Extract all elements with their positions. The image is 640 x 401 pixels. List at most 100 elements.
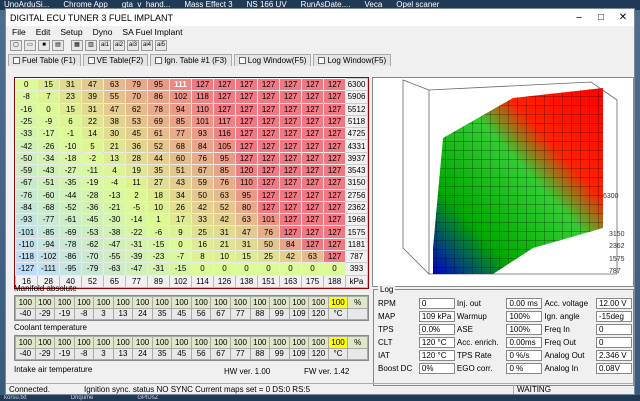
table-cell[interactable]: 127 [323,176,346,190]
table-cell[interactable]: -47 [103,238,126,251]
table-cell[interactable]: 95 [235,189,258,202]
strip-cell[interactable]: 100 [93,296,114,309]
table-cell[interactable]: -36 [81,201,104,215]
table-cell[interactable]: -13 [103,189,126,202]
table-cell[interactable]: 39 [81,90,104,104]
strip-cell[interactable]: 100 [327,296,349,309]
table-cell[interactable]: -52 [59,201,82,215]
tab-log-window-2[interactable]: Log Window(F5) [313,54,392,66]
table-cell[interactable]: 33 [191,213,214,227]
strip-cell[interactable]: 100 [54,336,75,349]
strip-cell[interactable]: 100 [249,336,271,349]
table-cell[interactable]: 127 [323,115,346,129]
table-cell[interactable]: 127 [301,103,324,116]
table-cell[interactable]: 127 [279,90,302,104]
table-cell[interactable]: 127 [279,78,302,92]
table-cell[interactable]: 0 [15,78,38,92]
strip-cell[interactable]: % [347,296,368,309]
table-cell[interactable]: 127 [323,213,346,227]
tab-log-window[interactable]: Log Window(F5) [233,54,312,66]
strip-cell[interactable]: 100 [230,336,251,349]
strip-cell[interactable]: 100 [54,296,75,309]
tool1-icon[interactable]: ▦ [71,39,83,51]
table-cell[interactable]: 15 [37,78,60,92]
table-cell[interactable]: 127 [323,189,346,202]
table-cell[interactable]: 0 [37,103,60,116]
table-cell[interactable]: 47 [103,103,126,116]
table-cell[interactable]: -33 [15,127,38,141]
table-cell[interactable]: 0 [323,262,346,276]
table-cell[interactable]: 50 [191,189,214,202]
ai3-icon[interactable]: ai3 [127,39,139,51]
table-cell[interactable]: 21 [103,139,126,153]
table-cell[interactable]: 61 [147,127,170,141]
table-cell[interactable]: 127 [323,225,346,239]
table-cell[interactable]: 21 [213,238,236,251]
table-cell[interactable]: 6 [59,115,82,129]
open-icon[interactable]: ▭ [24,39,36,51]
table-cell[interactable]: 0 [257,262,280,276]
strip-cell[interactable]: 100 [73,296,95,309]
table-cell[interactable]: 111 [169,78,192,92]
table-cell[interactable]: -4 [103,176,126,190]
table-cell[interactable]: 127 [279,115,302,129]
table-cell[interactable]: -102 [37,250,60,264]
table-cell[interactable]: -101 [15,225,38,239]
table-cell[interactable]: 76 [191,152,214,165]
table-cell[interactable]: 120 [235,164,258,178]
table-cell[interactable]: 127 [257,127,280,141]
strip-cell[interactable]: 100 [171,296,192,309]
table-cell[interactable]: 52 [213,201,236,215]
table-cell[interactable]: 127 [257,176,280,190]
table-cell[interactable]: -7 [169,250,192,264]
table-cell[interactable]: -11 [81,164,104,178]
table-cell[interactable]: 0 [191,262,214,276]
table-cell[interactable]: 127 [301,115,324,129]
table-cell[interactable]: 127 [301,139,324,153]
table-cell[interactable]: 63 [213,189,236,202]
table-cell[interactable]: -45 [81,213,104,227]
strip-cell[interactable]: 100 [15,296,36,309]
table-cell[interactable]: 84 [191,139,214,153]
table-cell[interactable]: -94 [37,238,60,251]
table-cell[interactable]: 127 [301,164,324,178]
table-cell[interactable]: 22 [81,115,104,129]
table-cell[interactable]: 127 [235,103,258,116]
table-cell[interactable]: 0 [169,238,192,251]
ai4-icon[interactable]: ai4 [141,39,153,51]
table-cell[interactable]: 42 [279,250,302,264]
ai2-icon[interactable]: ai2 [113,39,125,51]
table-cell[interactable]: 2 [125,189,148,202]
strip-cell[interactable]: 100 [132,336,153,349]
table-cell[interactable]: 76 [213,176,236,190]
table-cell[interactable]: 127 [213,78,236,92]
table-cell[interactable]: -19 [81,176,104,190]
table-cell[interactable]: -85 [37,225,60,239]
strip-cell[interactable]: 100 [34,336,56,349]
print-icon[interactable]: ▤ [52,39,64,51]
table-cell[interactable]: -77 [37,213,60,227]
table-cell[interactable]: 85 [213,164,236,178]
table-cell[interactable]: -39 [125,250,148,264]
table-cell[interactable]: 127 [257,103,280,116]
table-cell[interactable]: -67 [15,176,38,190]
table-cell[interactable]: -84 [15,201,38,215]
table-cell[interactable]: -44 [59,189,82,202]
table-cell[interactable]: 80 [235,201,258,215]
table-cell[interactable]: 31 [81,103,104,116]
table-cell[interactable]: -30 [103,213,126,227]
table-cell[interactable]: 0 [235,262,258,276]
table-cell[interactable]: 127 [279,103,302,116]
table-cell[interactable]: 8 [191,250,214,264]
table-cell[interactable]: 127 [323,201,346,215]
table-cell[interactable]: -23 [147,250,170,264]
strip-cell[interactable]: 100 [210,336,232,349]
table-cell[interactable]: -6 [147,225,170,239]
table-cell[interactable]: 110 [191,103,214,116]
strip-cell[interactable]: 100 [190,296,212,309]
menu-setup[interactable]: Setup [60,27,82,37]
table-cell[interactable]: -38 [103,225,126,239]
table-cell[interactable]: 127 [235,152,258,165]
table-cell[interactable]: 76 [257,225,280,239]
table-cell[interactable]: 30 [103,127,126,141]
